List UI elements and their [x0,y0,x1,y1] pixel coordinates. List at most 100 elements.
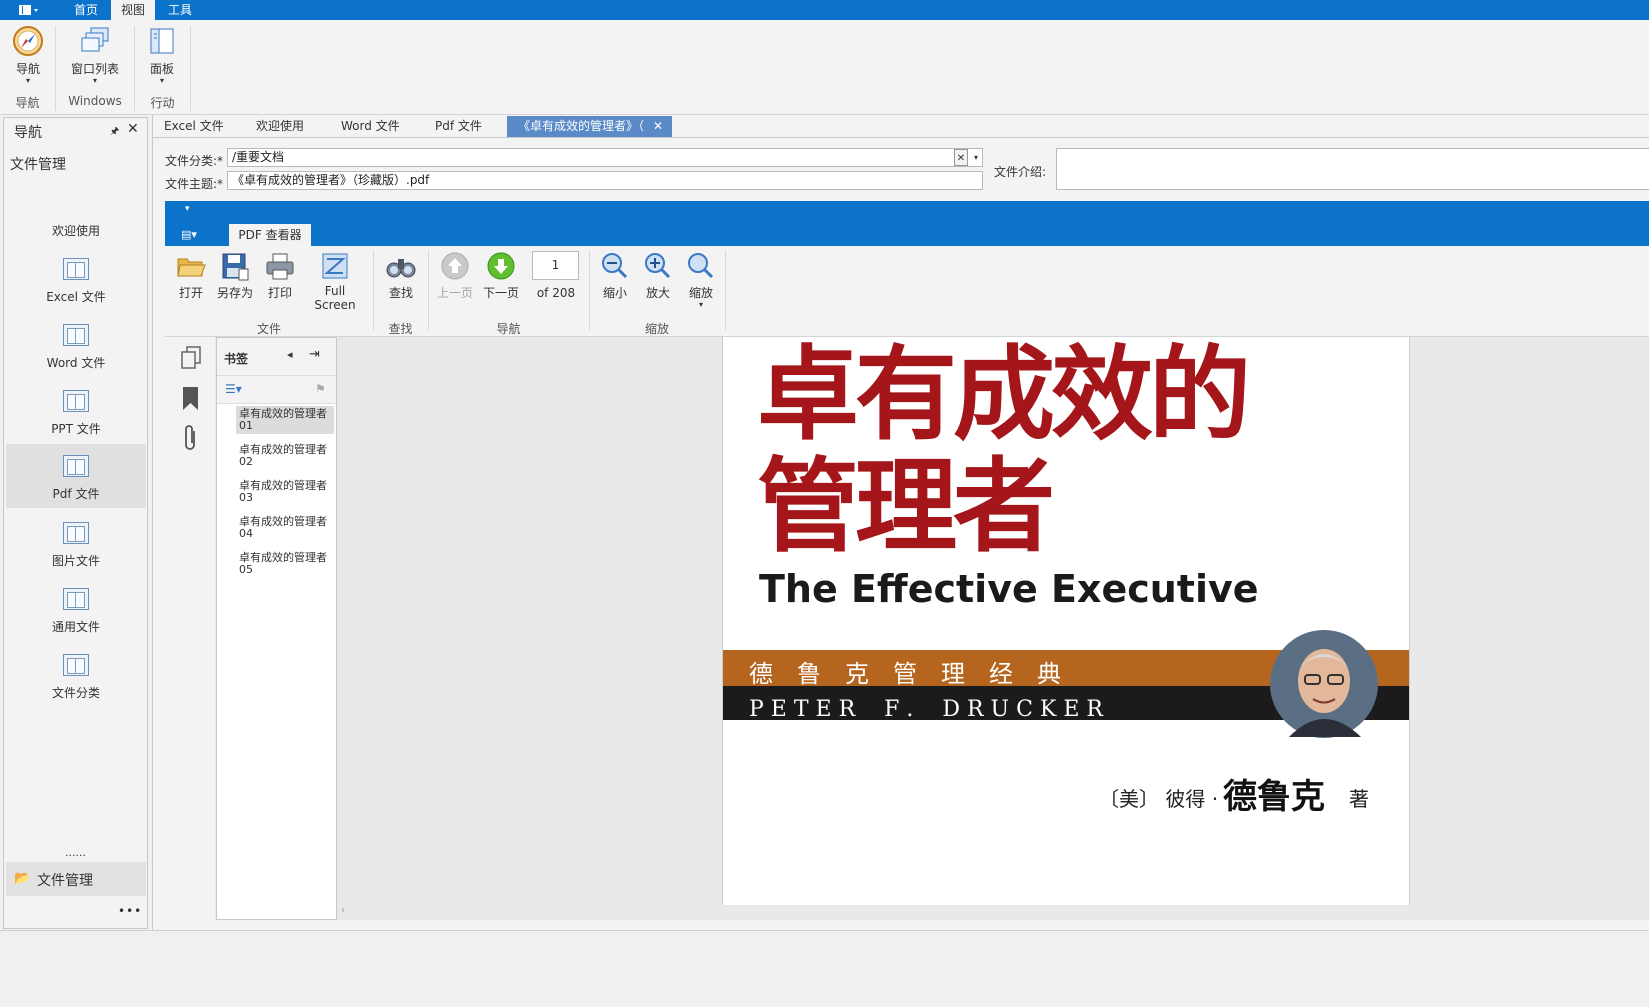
nav-item-label: PPT 文件 [51,422,101,436]
category-field[interactable]: /重要文档 [227,148,983,167]
window-list-icon [81,27,109,52]
nav-footer-item[interactable]: 📂 文件管理 [6,862,146,896]
bookmark-item[interactable]: 卓有成效的管理者 04 [236,514,334,542]
bookmark-item[interactable]: 卓有成效的管理者 01 [236,406,334,434]
menu-tab-view[interactable]: 视图 [111,0,155,20]
tab-current-document[interactable]: 《卓有成效的管理者》（ ✕ [507,116,672,137]
save-as-label: 另存为 [216,286,253,300]
bookmark-number: 04 [239,527,253,540]
status-bar [0,930,1649,1007]
find-button[interactable]: 查找 [381,251,421,301]
fullscreen-button[interactable]: Full Screen [305,251,365,312]
add-bookmark-icon[interactable]: ⚑ [315,382,326,396]
cover-author-name: 德鲁克 [1223,777,1325,817]
pin-icon[interactable]: 🖈 [110,124,119,141]
find-label: 查找 [388,286,413,300]
app-menu-button[interactable] [12,0,46,20]
tab-divider [153,137,1649,138]
quick-access-icon[interactable]: ▾ [185,204,190,214]
cover-author-prefix: 〔美〕 彼得 · [1099,787,1219,811]
close-icon[interactable]: ✕ [127,121,139,137]
bookmark-item[interactable]: 卓有成效的管理者 02 [236,442,334,470]
bookmark-icon[interactable] [181,385,201,413]
chevron-down-icon[interactable]: ▾ [969,149,983,166]
prev-page-button[interactable]: 上一页 [435,251,475,301]
close-icon[interactable]: ✕ [653,116,663,137]
subject-label: 文件主题:* [165,177,224,191]
nav-item-word[interactable]: Word 文件 [6,324,146,388]
pdf-group-label: 导航 [496,322,521,336]
more-options-icon[interactable]: ••• [118,904,142,918]
printer-icon [266,253,294,280]
document-icon [63,588,89,610]
nav-item-general[interactable]: 通用文件 [6,588,146,652]
bookmarks-toolbar: ☰▾ ⚑ [217,376,336,404]
author-portrait [1270,630,1378,738]
nav-item-excel[interactable]: Excel 文件 [6,258,146,322]
collapse-left-icon[interactable]: ◂ [287,348,293,361]
zoom-in-button[interactable]: 放大 [638,251,678,301]
nav-item-pdf[interactable]: Pdf 文件 [6,444,146,508]
options-icon[interactable]: ☰▾ [225,382,242,396]
page-number-input[interactable]: 1 [532,251,579,280]
pages-icon[interactable] [179,345,203,371]
tab-pdf-viewer[interactable]: PDF 查看器 [229,224,311,246]
save-as-button[interactable]: 另存为 [215,251,255,301]
bookmark-item[interactable]: 卓有成效的管理者 03 [236,478,334,506]
nav-item-category[interactable]: 文件分类 [6,654,146,718]
tab-excel[interactable]: Excel 文件 [153,116,235,137]
subject-field[interactable]: 《卓有成效的管理者》（珍藏版）.pdf [227,171,983,190]
bookmarks-title: 书签 [224,352,249,366]
nav-item-label: Excel 文件 [46,290,106,304]
fullscreen-icon [322,253,348,279]
window-list-label: 窗口列表 [70,62,119,76]
attachment-icon[interactable] [182,423,200,453]
nav-item-images[interactable]: 图片文件 [6,522,146,586]
pdf-group-label: 查找 [388,322,413,336]
nav-more-dots[interactable]: ...... [4,846,147,859]
compass-icon [13,26,43,56]
tab-pdf[interactable]: Pdf 文件 [424,116,493,137]
menu-tab-tools[interactable]: 工具 [158,0,202,20]
arrow-down-icon [487,252,515,280]
zoom-button[interactable]: 缩放 ▾ [681,251,721,309]
pdf-viewer-bar: ▾ ▤▾ PDF 查看器 [165,201,1649,246]
scroll-left-icon[interactable]: ‹ [341,905,345,916]
panel-icon [150,28,174,54]
clear-icon[interactable]: ✕ [954,149,968,166]
nav-title: 导航 [14,125,42,141]
dock-icon[interactable]: ⇥ [309,347,320,362]
bookmark-number: 01 [239,419,253,432]
pdf-body: 书签 ◂ ⇥ ☰▾ ⚑ 卓有成效的管理者 01 卓有成效的管理者 02 卓有成效… [165,337,1649,920]
document-icon [63,390,89,412]
layout-icon [19,5,38,15]
layout-icon[interactable]: ▤▾ [181,228,197,241]
pdf-page[interactable]: 卓有成效的 管理者 The Effective Executive 德 鲁 克 … [722,337,1410,905]
tab-word[interactable]: Word 文件 [330,116,411,137]
bookmark-number: 03 [239,491,253,504]
save-icon [222,253,249,281]
open-button[interactable]: 打开 [171,251,211,301]
window-list-button[interactable]: 窗口列表 ▾ [66,25,124,85]
cover-band-en: P E T E R F . D R U C K E R [749,697,1103,722]
document-icon [63,455,89,477]
zoom-out-button[interactable]: 缩小 [595,251,635,301]
navigation-button[interactable]: 导航 ▾ [8,25,48,85]
ribbon-separator [190,26,191,111]
intro-field[interactable] [1056,148,1649,190]
print-label: 打印 [267,286,292,300]
document-icon [63,258,89,280]
panel-button[interactable]: 面板 ▾ [142,25,182,85]
nav-item-label: 通用文件 [51,620,100,634]
next-page-button[interactable]: 下一页 [481,251,521,301]
tab-welcome[interactable]: 欢迎使用 [245,116,315,137]
nav-item-welcome[interactable]: 欢迎使用 [6,216,146,246]
prev-page-label: 上一页 [436,286,473,300]
bookmark-item[interactable]: 卓有成效的管理者 05 [236,550,334,578]
ribbon-group-label: 导航 [15,96,40,110]
open-folder-icon [177,258,206,277]
print-button[interactable]: 打印 [260,251,300,301]
menu-tab-home[interactable]: 首页 [64,0,108,20]
magnifier-icon [688,253,714,279]
arrow-up-icon [441,252,469,280]
